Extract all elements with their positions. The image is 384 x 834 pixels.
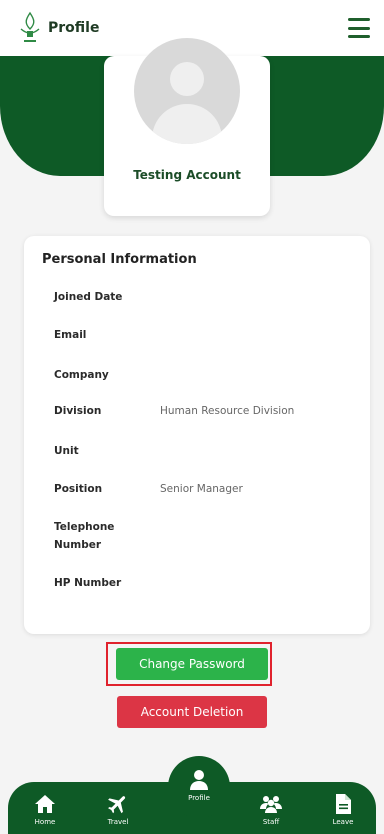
group-icon [260, 796, 282, 813]
nav-label: Staff [262, 818, 280, 826]
app-logo-icon [18, 11, 42, 45]
airplane-icon [108, 796, 126, 814]
info-label: HP Number [54, 577, 122, 589]
info-value: Senior Manager [160, 483, 243, 495]
avatar [134, 38, 240, 144]
info-label: Email [54, 329, 87, 341]
personal-information-title: Personal Information [42, 252, 197, 267]
nav-item-home[interactable]: Home [20, 792, 70, 826]
page-title: Profile [48, 20, 100, 36]
info-label: Telephone Number [54, 521, 115, 551]
nav-label: Leave [332, 818, 354, 826]
personal-information-card: Personal Information Joined Date Email C… [24, 236, 370, 634]
change-password-button[interactable]: Change Password [116, 648, 268, 680]
account-deletion-button[interactable]: Account Deletion [117, 696, 267, 728]
info-row-email: Email [54, 326, 354, 344]
info-row-hp-number: HP Number [54, 574, 354, 592]
nav-item-travel[interactable]: Travel [93, 792, 143, 826]
info-row-joined-date: Joined Date [54, 288, 354, 306]
nav-item-leave[interactable]: Leave [318, 792, 368, 826]
document-icon [336, 794, 351, 814]
nav-label: Travel [107, 818, 129, 826]
info-value: Human Resource Division [160, 405, 295, 417]
home-icon [35, 795, 55, 813]
nav-label: Profile [188, 794, 210, 802]
info-label: Division [54, 405, 102, 417]
info-label: Unit [54, 445, 79, 457]
profile-card: Testing Account [104, 38, 270, 216]
info-row-company: Company [54, 366, 354, 384]
person-icon [190, 770, 208, 790]
info-row-unit: Unit [54, 442, 354, 460]
nav-label: Home [34, 818, 56, 826]
hamburger-menu-icon[interactable] [348, 18, 370, 38]
info-label: Company [54, 369, 109, 381]
info-label: Position [54, 483, 103, 495]
account-name: Testing Account [133, 168, 241, 182]
info-row-position: Position Senior Manager [54, 480, 354, 498]
nav-item-profile[interactable]: Profile [174, 768, 224, 802]
nav-item-staff[interactable]: Staff [246, 792, 296, 826]
info-row-division: Division Human Resource Division [54, 402, 354, 420]
info-label: Joined Date [54, 291, 123, 303]
info-row-telephone-number: Telephone Number [54, 518, 354, 554]
